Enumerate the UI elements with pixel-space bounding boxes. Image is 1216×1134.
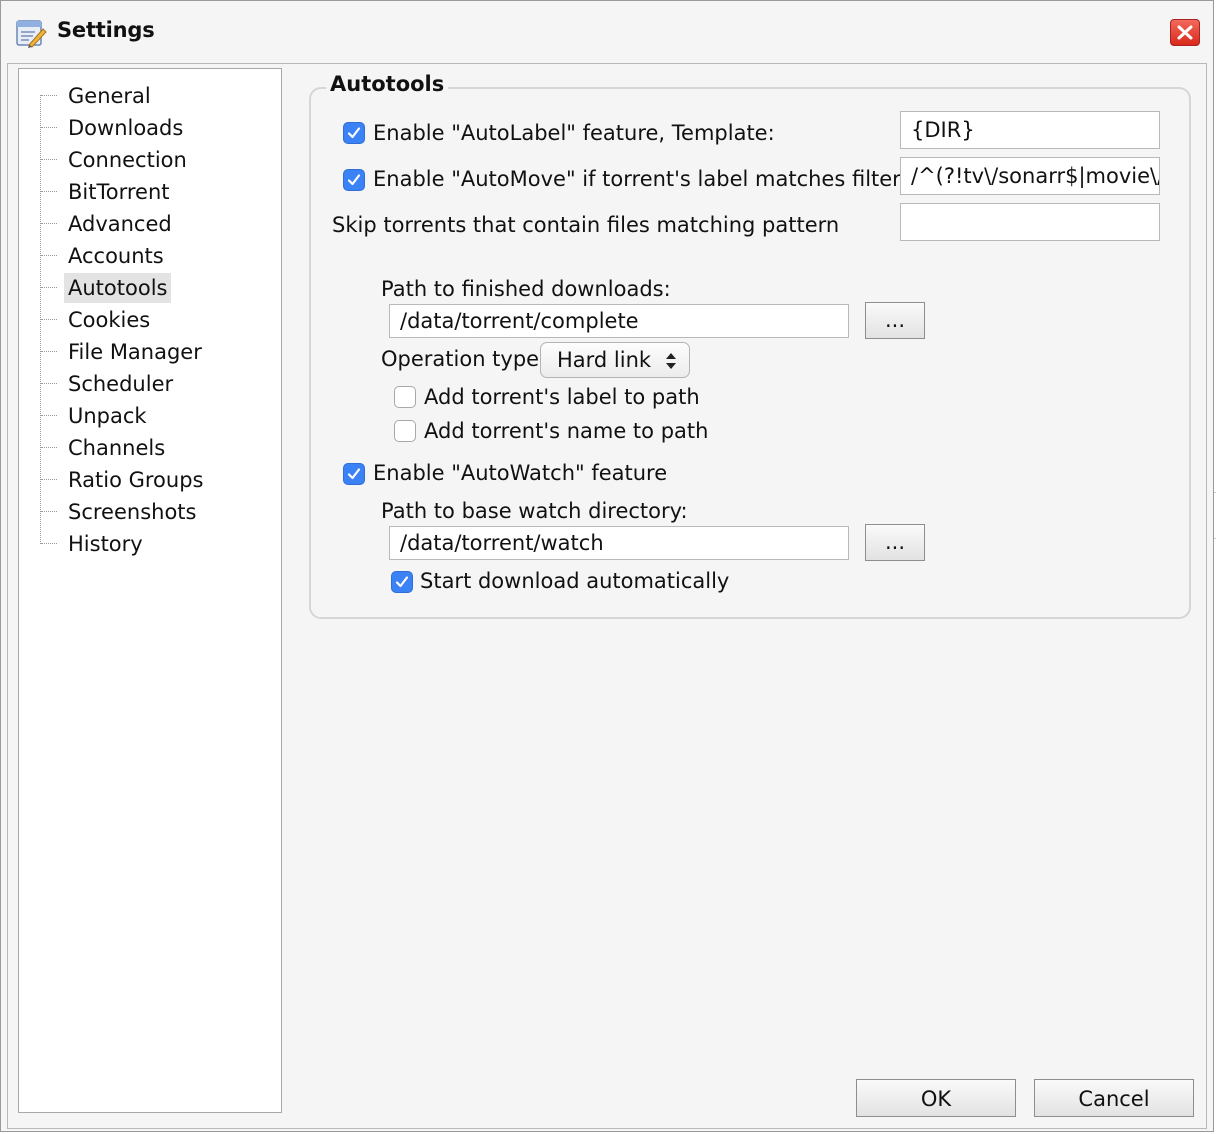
sidebar-item-channels[interactable]: Channels	[19, 433, 281, 463]
finished-path-browse-button[interactable]: ...	[865, 302, 925, 339]
sidebar-item-autotools[interactable]: Autotools	[19, 273, 281, 303]
operation-type-select[interactable]: Hard link	[540, 342, 690, 378]
tree-branch	[41, 127, 57, 128]
close-button[interactable]	[1170, 19, 1200, 46]
sidebar-item-downloads[interactable]: Downloads	[19, 113, 281, 143]
skip-pattern-input[interactable]	[900, 203, 1160, 241]
autolabel-template-input[interactable]: {DIR}	[900, 111, 1160, 149]
start-download-auto-label: Start download automatically	[420, 569, 730, 593]
tree-branch	[41, 511, 57, 512]
finished-path-input[interactable]: /data/torrent/complete	[389, 304, 849, 338]
sidebar-item-cookies[interactable]: Cookies	[19, 305, 281, 335]
sidebar-item-label: Channels	[68, 436, 166, 460]
sidebar-item-bittorrent[interactable]: BitTorrent	[19, 177, 281, 207]
close-x-icon	[1177, 25, 1193, 40]
cancel-button[interactable]: Cancel	[1034, 1079, 1194, 1117]
tree-branch	[41, 255, 57, 256]
sidebar-item-screenshots[interactable]: Screenshots	[19, 497, 281, 527]
sidebar-item-history[interactable]: History	[19, 529, 281, 559]
watch-path-input[interactable]: /data/torrent/watch	[389, 526, 849, 560]
autowatch-checkbox[interactable]	[343, 463, 365, 485]
sidebar-item-label: Ratio Groups	[68, 468, 204, 492]
tree-branch	[41, 319, 57, 320]
checkmark-icon	[395, 576, 409, 588]
tree-branch	[41, 95, 57, 96]
sidebar-item-label: Cookies	[68, 308, 151, 332]
add-name-to-path-label: Add torrent's name to path	[424, 419, 709, 443]
sidebar-item-label: Screenshots	[68, 500, 197, 524]
tree-branch	[41, 287, 57, 288]
tree-branch	[41, 543, 57, 544]
settings-wrench-icon	[15, 17, 47, 49]
sidebar-item-label: Autotools	[64, 273, 172, 303]
automove-checkbox[interactable]	[343, 169, 365, 191]
tree-branch	[41, 159, 57, 160]
sidebar-item-label: History	[68, 532, 143, 556]
add-name-to-path-checkbox[interactable]	[394, 420, 416, 442]
skip-pattern-label: Skip torrents that contain files matchin…	[332, 213, 840, 237]
tree-branch	[41, 479, 57, 480]
operation-type-label: Operation type:	[381, 347, 547, 371]
sidebar-item-file-manager[interactable]: File Manager	[19, 337, 281, 367]
tree-branch	[41, 447, 57, 448]
operation-type-value: Hard link	[557, 348, 652, 372]
ok-button[interactable]: OK	[856, 1079, 1016, 1117]
tree-branch	[41, 351, 57, 352]
sidebar-item-label: Unpack	[68, 404, 147, 428]
title-bar[interactable]: Settings	[1, 1, 1213, 63]
sidebar-item-label: Scheduler	[68, 372, 174, 396]
start-download-auto-checkbox[interactable]	[391, 571, 413, 593]
sidebar-item-advanced[interactable]: Advanced	[19, 209, 281, 239]
sidebar-item-label: General	[68, 84, 151, 108]
finished-path-label: Path to finished downloads:	[381, 277, 671, 301]
sidebar-item-label: Connection	[68, 148, 187, 172]
sidebar-item-label: Accounts	[68, 244, 164, 268]
automove-label: Enable "AutoMove" if torrent's label mat…	[373, 167, 901, 191]
checkmark-icon	[347, 127, 361, 139]
checkmark-icon	[347, 174, 361, 186]
watch-path-label: Path to base watch directory:	[381, 499, 688, 523]
sidebar-item-accounts[interactable]: Accounts	[19, 241, 281, 271]
window-title: Settings	[57, 18, 155, 42]
sidebar-item-label: BitTorrent	[68, 180, 170, 204]
tree-branch	[41, 415, 57, 416]
select-arrows-icon	[666, 353, 676, 369]
autotools-group-title: Autotools	[326, 72, 449, 96]
sidebar-item-label: File Manager	[68, 340, 202, 364]
automove-filter-input[interactable]: /^(?!tv\/sonarr$|movie\/	[900, 157, 1160, 195]
sidebar-item-general[interactable]: General	[19, 81, 281, 111]
tree-branch	[41, 191, 57, 192]
settings-category-tree[interactable]: General Downloads Connection BitTorrent …	[18, 68, 282, 1113]
watch-path-browse-button[interactable]: ...	[865, 524, 925, 561]
add-label-to-path-label: Add torrent's label to path	[424, 385, 700, 409]
sidebar-item-connection[interactable]: Connection	[19, 145, 281, 175]
sidebar-item-ratio-groups[interactable]: Ratio Groups	[19, 465, 281, 495]
sidebar-item-scheduler[interactable]: Scheduler	[19, 369, 281, 399]
tree-branch	[41, 383, 57, 384]
sidebar-item-label: Downloads	[68, 116, 184, 140]
autowatch-label: Enable "AutoWatch" feature	[373, 461, 668, 485]
tree-branch	[41, 223, 57, 224]
autolabel-label: Enable "AutoLabel" feature, Template:	[373, 121, 775, 145]
autolabel-checkbox[interactable]	[343, 122, 365, 144]
add-label-to-path-checkbox[interactable]	[394, 386, 416, 408]
sidebar-item-unpack[interactable]: Unpack	[19, 401, 281, 431]
sidebar-item-label: Advanced	[68, 212, 172, 236]
checkmark-icon	[347, 468, 361, 480]
